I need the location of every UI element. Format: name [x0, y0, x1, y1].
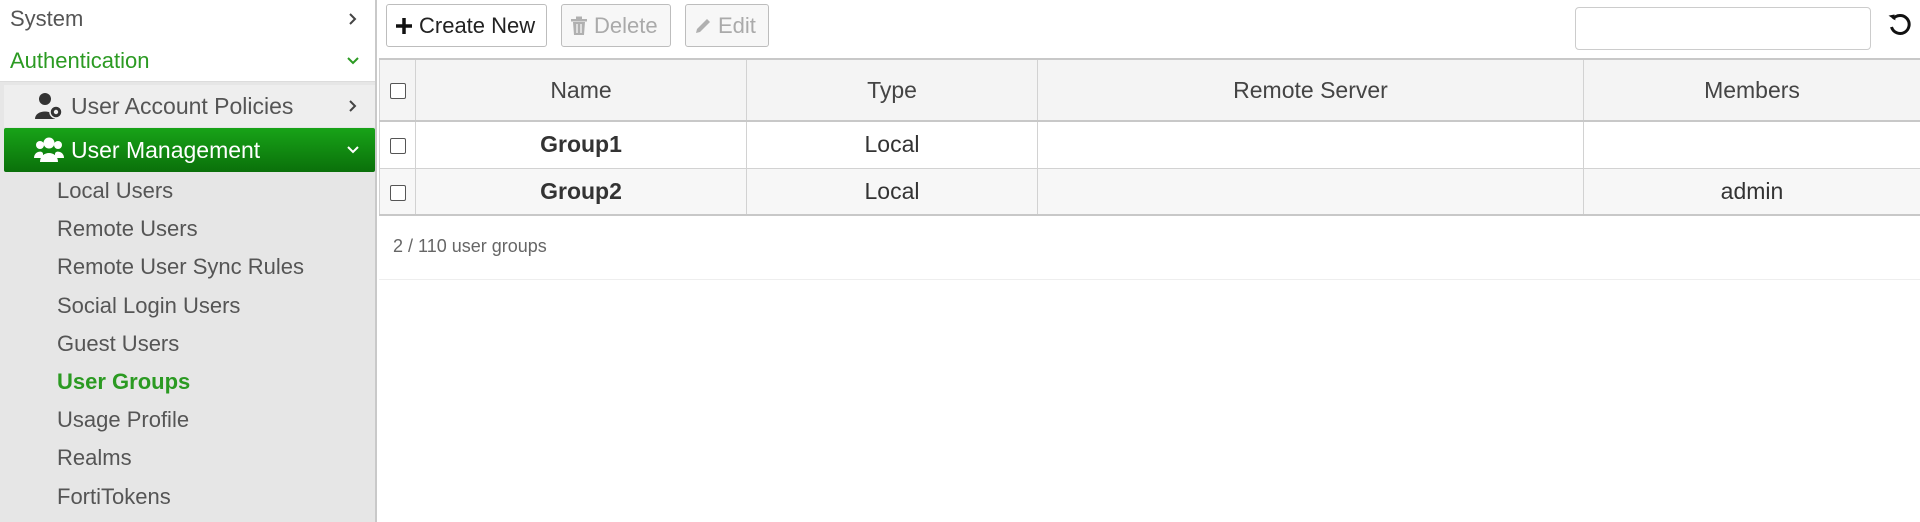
column-header-members[interactable]: Members [1583, 58, 1920, 122]
group-type-cell: Local [746, 167, 1038, 216]
user-management-submenu: Local Users Remote Users Remote User Syn… [0, 172, 375, 516]
toolbar: Create New Delete Edit [379, 0, 1920, 56]
record-count: 2 / 110 user groups [379, 218, 1920, 280]
user-groups-table: Name Type Remote Server Members Group1 L… [379, 58, 1920, 216]
table-header-row: Name Type Remote Server Members [379, 58, 1920, 122]
column-header-remote-server[interactable]: Remote Server [1037, 58, 1584, 122]
delete-label: Delete [594, 12, 658, 38]
nav-user-management-label: User Management [71, 136, 261, 163]
nav-user-account-policies-label: User Account Policies [71, 92, 294, 119]
nav-system-label: System [10, 6, 84, 31]
create-new-button[interactable]: Create New [386, 4, 547, 47]
user-gear-icon [35, 93, 63, 119]
column-header-type[interactable]: Type [746, 58, 1038, 122]
refresh-icon[interactable] [1887, 12, 1913, 38]
nav-user-management[interactable]: User Management [4, 128, 375, 172]
chevron-right-icon [349, 13, 357, 25]
members-cell [1583, 120, 1920, 169]
table-row[interactable]: Group1 Local [379, 120, 1920, 169]
chevron-down-icon [347, 56, 359, 64]
row-checkbox[interactable] [389, 184, 406, 201]
delete-button[interactable]: Delete [561, 4, 671, 47]
sidebar: System Authentication User Account Polic… [0, 0, 377, 522]
sidebar-item-user-groups[interactable]: User Groups [0, 363, 375, 401]
sidebar-item-remote-user-sync-rules[interactable]: Remote User Sync Rules [0, 248, 375, 286]
search-input[interactable] [1575, 7, 1871, 50]
edit-button[interactable]: Edit [685, 4, 769, 47]
nav-user-account-policies[interactable]: User Account Policies [4, 85, 375, 127]
row-select-cell [379, 167, 416, 216]
remote-server-cell [1037, 167, 1584, 216]
row-select-cell [379, 120, 416, 169]
users-group-icon [34, 137, 64, 162]
group-type-cell: Local [746, 120, 1038, 169]
nav-system[interactable]: System [0, 0, 375, 40]
nav-authentication-label: Authentication [10, 47, 150, 73]
remote-server-cell [1037, 120, 1584, 169]
select-all-cell [379, 58, 416, 122]
trash-icon [571, 16, 587, 35]
select-all-checkbox[interactable] [389, 83, 406, 100]
nav-authentication[interactable]: Authentication [0, 40, 375, 82]
chevron-down-icon [347, 146, 359, 154]
column-header-name[interactable]: Name [415, 58, 747, 122]
chevron-right-icon [349, 100, 357, 112]
sidebar-item-fortitokens[interactable]: FortiTokens [0, 478, 375, 516]
sidebar-item-guest-users[interactable]: Guest Users [0, 325, 375, 363]
edit-label: Edit [718, 12, 756, 38]
members-cell: admin [1583, 167, 1920, 216]
sidebar-item-realms[interactable]: Realms [0, 439, 375, 477]
group-name-cell: Group1 [415, 120, 747, 169]
pencil-icon [696, 18, 710, 33]
sidebar-item-social-login-users[interactable]: Social Login Users [0, 287, 375, 325]
create-new-label: Create New [419, 12, 536, 38]
sidebar-item-local-users[interactable]: Local Users [0, 172, 375, 210]
sidebar-item-usage-profile[interactable]: Usage Profile [0, 401, 375, 439]
sidebar-item-remote-users[interactable]: Remote Users [0, 210, 375, 248]
table-row[interactable]: Group2 Local admin [379, 167, 1920, 216]
group-name-cell: Group2 [415, 167, 747, 216]
main-content: Create New Delete Edit Name Type Remote … [379, 0, 1920, 522]
plus-icon [396, 17, 412, 34]
row-checkbox[interactable] [389, 138, 406, 155]
